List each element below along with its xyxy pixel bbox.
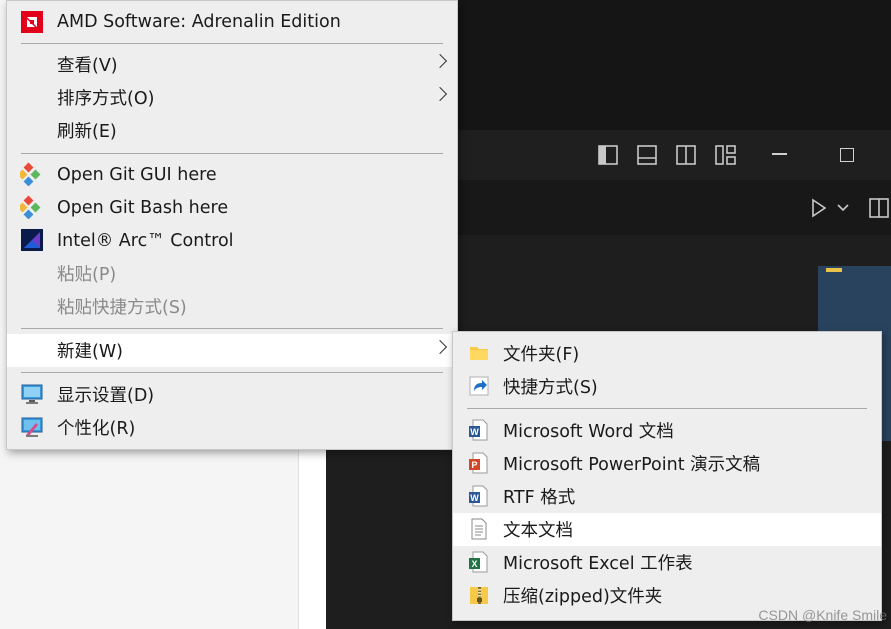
submenu-item-rtf[interactable]: W RTF 格式 — [453, 480, 881, 513]
menu-item-new[interactable]: 新建(W) — [7, 334, 457, 367]
chevron-right-icon — [432, 86, 448, 102]
git-icon — [20, 162, 41, 186]
menu-item-label: Open Git Bash here — [57, 197, 229, 218]
submenu-item-shortcut[interactable]: 快捷方式(S) — [453, 370, 881, 403]
amd-icon — [21, 11, 43, 33]
intel-arc-icon — [21, 229, 43, 251]
menu-item-label: Microsoft Word 文档 — [503, 422, 674, 442]
personalize-icon — [21, 417, 43, 437]
menu-item-label: 个性化(R) — [57, 419, 136, 439]
menu-item-label: 快捷方式(S) — [503, 378, 598, 398]
run-dropdown-chevron-icon[interactable] — [836, 202, 850, 214]
menu-separator — [21, 372, 443, 373]
svg-text:W: W — [470, 493, 479, 503]
menu-item-label: 刷新(E) — [57, 122, 117, 142]
zip-folder-icon — [470, 587, 488, 604]
menu-item-view[interactable]: 查看(V) — [7, 48, 457, 81]
explorer-panel-edge — [298, 450, 329, 629]
menu-separator — [467, 408, 867, 409]
menu-item-display-settings[interactable]: 显示设置(D) — [7, 378, 457, 411]
desktop-context-menu: AMD Software: Adrenalin Edition 查看(V) 排序… — [6, 0, 458, 450]
menu-item-paste: 粘贴(P) — [7, 257, 457, 290]
menu-item-label: RTF 格式 — [503, 488, 576, 508]
folder-icon — [470, 347, 488, 360]
chevron-right-icon — [432, 339, 448, 355]
svg-text:W: W — [470, 427, 479, 437]
menu-item-label: 新建(W) — [57, 342, 123, 362]
submenu-item-folder[interactable]: 文件夹(F) — [453, 337, 881, 370]
dark-window-top — [456, 0, 891, 130]
menu-item-paste-shortcut: 粘贴快捷方式(S) — [7, 290, 457, 323]
menu-item-label: Open Git GUI here — [57, 164, 217, 185]
menu-item-sort-by[interactable]: 排序方式(O) — [7, 81, 457, 114]
menu-item-label: 排序方式(O) — [57, 89, 155, 109]
menu-item-label: 文本文档 — [503, 521, 573, 541]
menu-item-label: 查看(V) — [57, 56, 118, 76]
display-icon — [21, 384, 43, 404]
word-icon: W — [469, 419, 488, 441]
minimize-button[interactable] — [772, 153, 787, 155]
chevron-right-icon — [432, 53, 448, 69]
menu-item-label: 压缩(zipped)文件夹 — [503, 587, 663, 607]
maximize-button[interactable] — [840, 148, 854, 162]
menu-item-label: AMD Software: Adrenalin Edition — [57, 11, 341, 32]
rtf-icon: W — [469, 485, 488, 507]
menu-separator — [21, 328, 443, 329]
menu-item-label: 文件夹(F) — [503, 345, 580, 365]
shortcut-icon — [469, 376, 489, 396]
editor-titlebar — [456, 130, 891, 180]
menu-item-intel-arc-control[interactable]: Intel® Arc™ Control — [7, 224, 457, 257]
submenu-item-word-document[interactable]: W Microsoft Word 文档 — [453, 414, 881, 447]
menu-item-amd-software[interactable]: AMD Software: Adrenalin Edition — [7, 5, 457, 38]
menu-item-label: 显示设置(D) — [57, 386, 155, 406]
git-icon — [20, 195, 41, 219]
menu-separator — [21, 153, 443, 154]
menu-item-open-git-gui[interactable]: Open Git GUI here — [7, 158, 457, 191]
submenu-item-powerpoint[interactable]: P Microsoft PowerPoint 演示文稿 — [453, 447, 881, 480]
menu-item-refresh[interactable]: 刷新(E) — [7, 114, 457, 147]
toggle-primary-sidebar-icon[interactable] — [597, 144, 619, 166]
toggle-secondary-sidebar-icon[interactable] — [675, 144, 697, 166]
svg-text:X: X — [471, 559, 477, 569]
menu-item-label: Intel® Arc™ Control — [57, 230, 234, 251]
menu-item-label: 粘贴快捷方式(S) — [57, 298, 187, 318]
split-editor-icon[interactable] — [868, 197, 890, 219]
excel-icon: X — [469, 551, 488, 573]
powerpoint-icon: P — [469, 452, 488, 474]
run-icon[interactable] — [810, 198, 828, 218]
new-submenu: 文件夹(F) 快捷方式(S) W Microsoft Word 文档 P Mic… — [452, 331, 882, 621]
menu-separator — [21, 43, 443, 44]
svg-text:P: P — [471, 460, 477, 470]
submenu-item-text-document[interactable]: 文本文档 — [453, 513, 881, 546]
menu-item-label: Microsoft Excel 工作表 — [503, 554, 693, 574]
menu-item-open-git-bash[interactable]: Open Git Bash here — [7, 191, 457, 224]
text-document-icon — [471, 518, 487, 540]
minimap-highlight — [826, 268, 842, 272]
customize-layout-icon[interactable] — [714, 144, 738, 166]
watermark: CSDN @Knife Smile — [758, 607, 887, 623]
submenu-item-excel[interactable]: X Microsoft Excel 工作表 — [453, 546, 881, 579]
menu-item-label: Microsoft PowerPoint 演示文稿 — [503, 455, 761, 475]
menu-item-label: 粘贴(P) — [57, 265, 117, 285]
menu-item-personalize[interactable]: 个性化(R) — [7, 411, 457, 444]
toggle-panel-icon[interactable] — [636, 144, 658, 166]
